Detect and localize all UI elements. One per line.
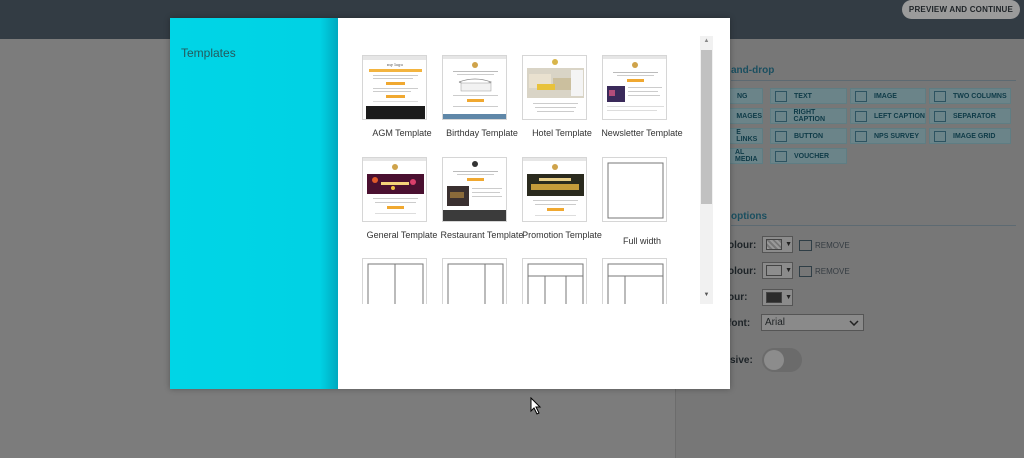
responsive-toggle[interactable] <box>762 348 802 372</box>
content-colour-label: olour: <box>728 266 757 277</box>
toggle-knob <box>764 350 784 370</box>
right-caption-icon <box>775 110 787 122</box>
template-name: Full width <box>622 236 661 246</box>
font-label: font: <box>728 318 751 329</box>
preview-and-continue-button[interactable]: PREVIEW AND CONTINUE <box>902 0 1020 19</box>
template-thumbnail <box>362 157 427 222</box>
voucher-icon <box>775 150 787 162</box>
template-thumbnail <box>602 258 667 304</box>
template-thumbnail <box>602 55 667 120</box>
font-value: Arial <box>765 317 786 328</box>
drag-drop-heading: and-drop <box>731 65 775 76</box>
chevron-down-icon: ▼ <box>785 241 792 248</box>
chevron-down-icon <box>849 319 859 326</box>
options-heading: options <box>731 211 768 222</box>
template-thumbnail <box>362 258 427 304</box>
mouse-cursor-icon <box>530 397 542 415</box>
left-caption-icon <box>855 110 867 122</box>
text-colour-picker[interactable]: ▼ <box>762 289 793 306</box>
widget-voucher[interactable]: VOUCHER <box>770 148 847 164</box>
templates-modal: Templates my logo AGM Template Birthday … <box>170 18 730 389</box>
image-icon[interactable] <box>799 266 812 277</box>
widget-left-caption[interactable]: LEFT CAPTION <box>850 108 926 124</box>
template-thumbnail <box>442 157 507 222</box>
colour-swatch <box>766 265 783 276</box>
widget-image[interactable]: IMAGE <box>850 88 926 104</box>
survey-icon <box>855 130 867 142</box>
scrollbar-thumb[interactable] <box>701 50 712 204</box>
chevron-down-icon: ▼ <box>785 294 792 301</box>
template-thumbnail: my logo <box>362 55 427 120</box>
separator-icon <box>934 110 946 122</box>
content-colour-picker[interactable]: ▼ <box>762 262 793 279</box>
widget-label: NPS SURVEY <box>874 132 919 140</box>
widget-label: TWO COLUMNS <box>953 92 1007 100</box>
widget-label: VOUCHER <box>794 152 830 160</box>
chevron-down-icon: ▼ <box>785 267 792 274</box>
template-scrollbar[interactable]: ▲ ▼ <box>700 36 713 304</box>
image-icon[interactable] <box>799 240 812 251</box>
widget-label: SEPARATOR <box>953 112 996 120</box>
remove-content-button[interactable]: REMOVE <box>815 267 850 276</box>
remove-background-button[interactable]: REMOVE <box>815 241 850 250</box>
scroll-up-icon[interactable]: ▲ <box>700 38 713 48</box>
background-colour-label: olour: <box>728 240 757 251</box>
modal-title: Templates <box>181 46 236 60</box>
template-thumbnail <box>522 55 587 120</box>
widget-right-caption[interactable]: RIGHT CAPTION <box>770 108 847 124</box>
widget-label: IMAGE <box>874 92 897 100</box>
modal-sidebar: Templates <box>170 18 338 389</box>
template-thumbnail <box>522 157 587 222</box>
background-colour-picker[interactable]: ▼ <box>762 236 793 253</box>
widget-label: AL MEDIA <box>735 149 758 163</box>
widget-label: IMAGE GRID <box>953 132 996 140</box>
text-colour-label: our: <box>728 292 748 303</box>
columns-icon <box>934 90 946 102</box>
widget-label: LEFT CAPTION <box>874 112 925 120</box>
widget-label: MAGES <box>736 112 762 120</box>
template-name: Newsletter Template <box>601 128 683 138</box>
widget-label: RIGHT CAPTION <box>793 109 826 123</box>
widget-label: TEXT <box>794 92 812 100</box>
colour-swatch <box>766 292 783 303</box>
template-thumbnail <box>522 258 587 304</box>
widget-image-grid[interactable]: IMAGE GRID <box>929 128 1011 144</box>
widget-label: BUTTON <box>794 132 824 140</box>
divider <box>731 225 1016 226</box>
responsive-label: sive: <box>730 355 753 366</box>
widget-label: E LINKS <box>736 129 758 143</box>
widget-text[interactable]: TEXT <box>770 88 847 104</box>
text-icon <box>775 90 787 102</box>
button-icon <box>775 130 787 142</box>
widget-separator[interactable]: SEPARATOR <box>929 108 1011 124</box>
template-grid: my logo AGM Template Birthday Template H… <box>348 36 700 304</box>
grid-icon <box>934 130 946 142</box>
template-thumbnail <box>442 258 507 304</box>
widget-nps-survey[interactable]: NPS SURVEY <box>850 128 926 144</box>
template-thumbnail <box>442 55 507 120</box>
widget-button[interactable]: BUTTON <box>770 128 847 144</box>
transparent-swatch <box>766 239 783 250</box>
template-thumbnail <box>602 157 667 222</box>
widget-two-columns[interactable]: TWO COLUMNS <box>929 88 1011 104</box>
font-select[interactable]: Arial <box>761 314 864 331</box>
widget-label: NG <box>737 92 748 100</box>
scroll-down-icon[interactable]: ▼ <box>700 292 713 302</box>
svg-text:my logo: my logo <box>387 62 404 67</box>
image-icon <box>855 90 867 102</box>
divider <box>731 80 1016 81</box>
